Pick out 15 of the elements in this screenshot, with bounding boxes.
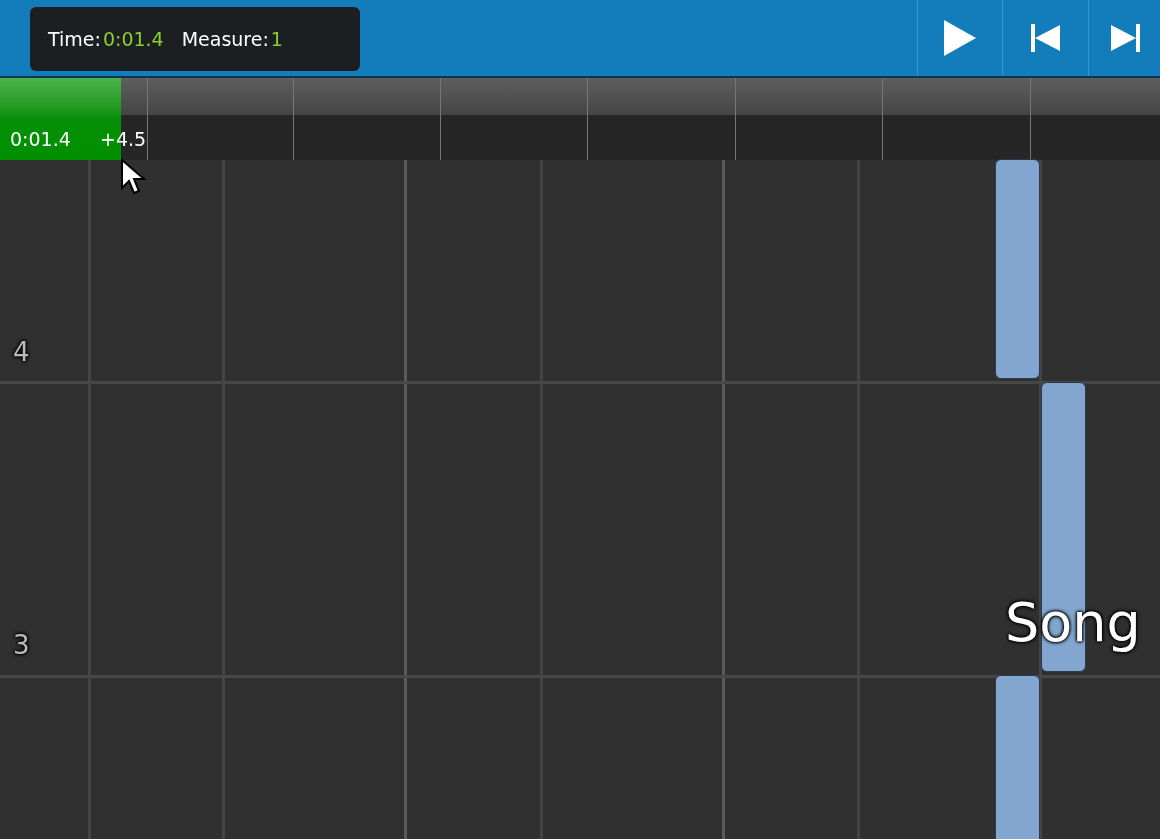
mouse-cursor-icon [120,158,148,196]
time-value: 0:01.4 [102,26,164,52]
skip-back-icon [1030,24,1061,52]
position-offset: +4.5 [100,130,147,149]
row-number: 3 [13,632,30,658]
skip-forward-icon [1109,24,1140,52]
note-block[interactable] [995,675,1040,839]
note-block[interactable] [995,159,1040,379]
time-label: Time: [48,26,101,52]
position-time: 0:01.4 [10,130,71,149]
play-icon [943,19,977,57]
row-number: 4 [13,339,30,365]
timeline-ruler[interactable]: 0:01.4 +4.5 [0,78,1160,160]
measure-label: Measure: [181,26,269,52]
measure-value: 1 [270,26,283,52]
